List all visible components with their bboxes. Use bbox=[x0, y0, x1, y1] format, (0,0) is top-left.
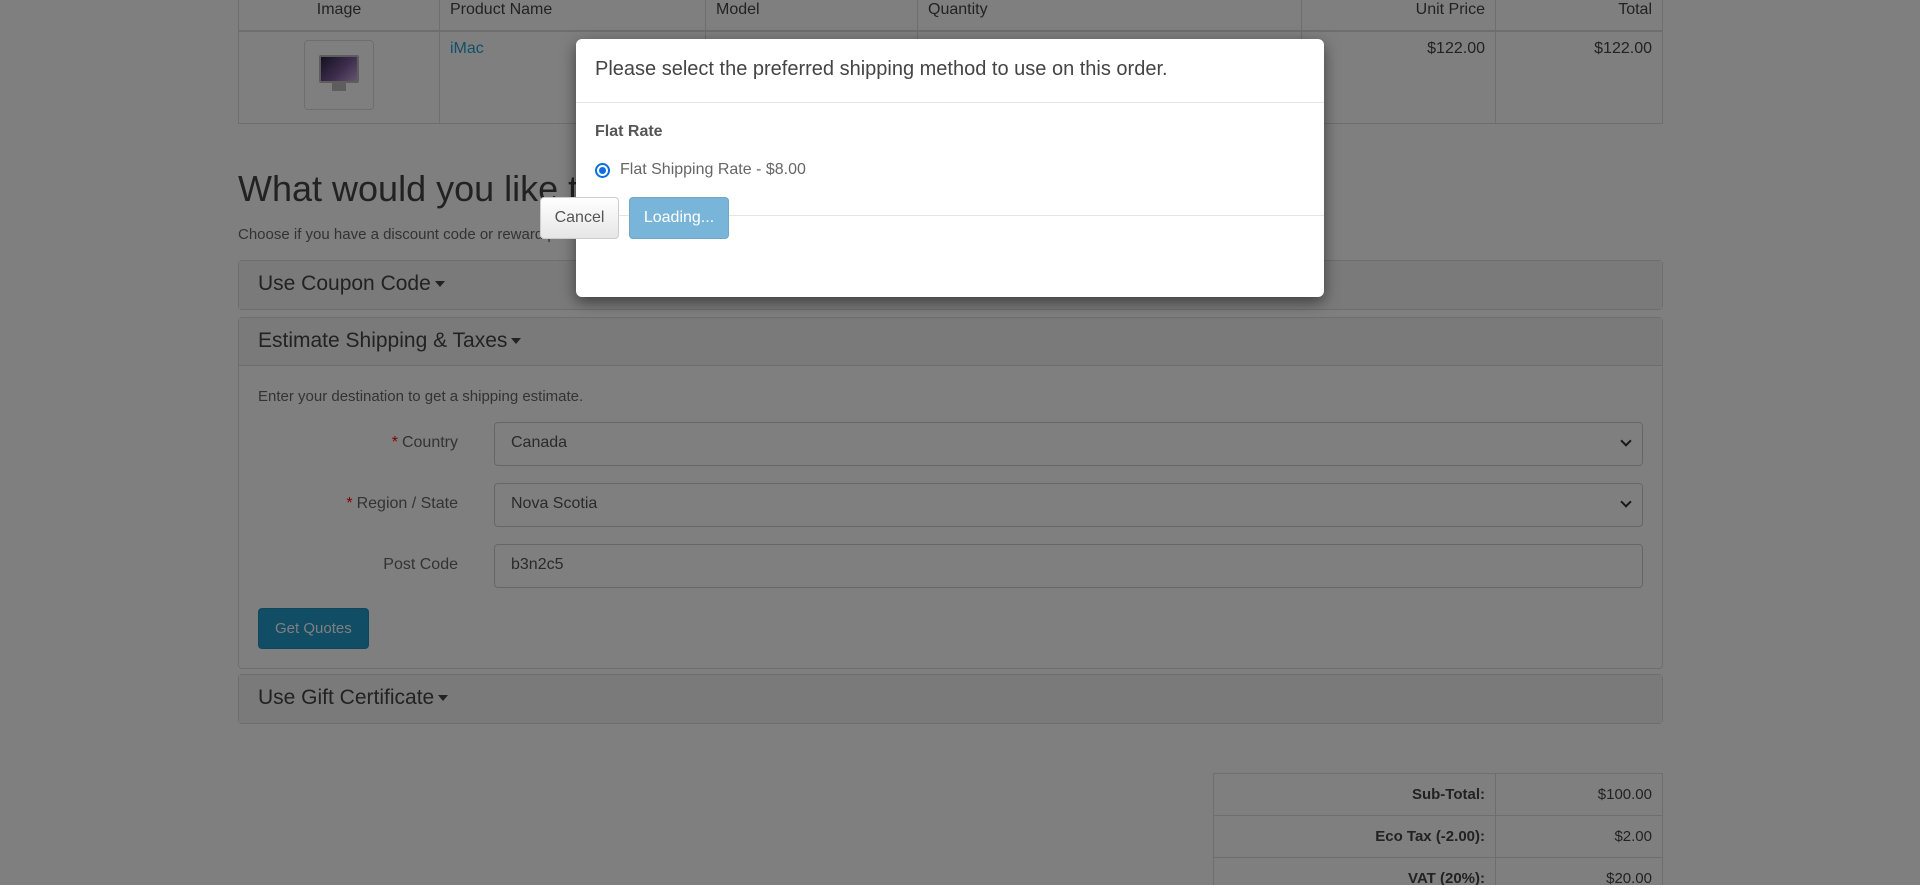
confirm-loading-button[interactable]: Loading... bbox=[629, 197, 729, 239]
radio-selected-icon[interactable] bbox=[595, 162, 610, 178]
shipping-method-modal: Please select the preferred shipping met… bbox=[576, 39, 1324, 297]
cancel-button[interactable]: Cancel bbox=[540, 197, 619, 239]
modal-title: Please select the preferred shipping met… bbox=[576, 39, 1324, 103]
flat-rate-option[interactable]: Flat Shipping Rate - $8.00 bbox=[595, 161, 806, 179]
shipping-group-title: Flat Rate bbox=[595, 123, 663, 140]
flat-rate-option-label: Flat Shipping Rate - $8.00 bbox=[620, 161, 806, 178]
